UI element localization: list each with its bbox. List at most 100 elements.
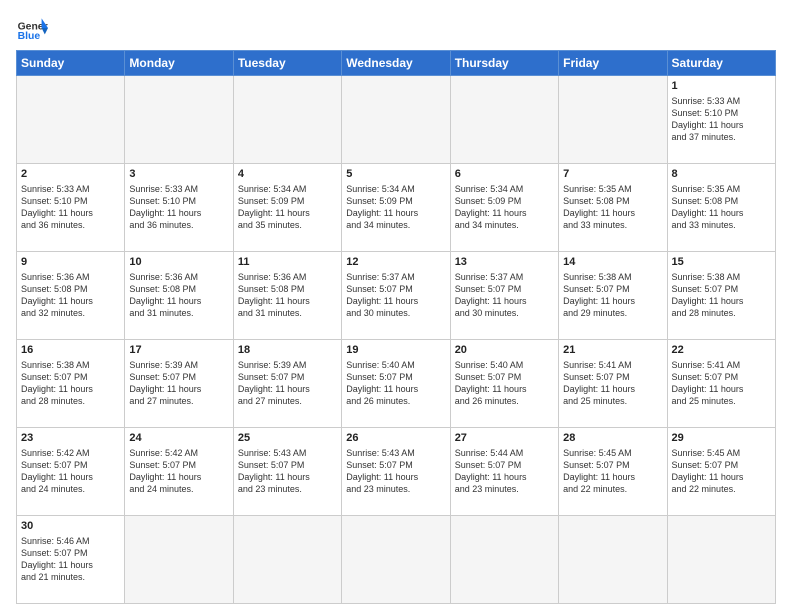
cell-text: Sunrise: 5:38 AM Sunset: 5:07 PM Dayligh… — [672, 271, 771, 320]
calendar-cell: 29Sunrise: 5:45 AM Sunset: 5:07 PM Dayli… — [667, 428, 775, 516]
cell-text: Sunrise: 5:39 AM Sunset: 5:07 PM Dayligh… — [238, 359, 337, 408]
calendar-cell: 2Sunrise: 5:33 AM Sunset: 5:10 PM Daylig… — [17, 164, 125, 252]
day-number: 8 — [672, 167, 771, 182]
logo-icon: General Blue — [16, 12, 48, 44]
cell-text: Sunrise: 5:34 AM Sunset: 5:09 PM Dayligh… — [346, 183, 445, 232]
weekday-header-sunday: Sunday — [17, 51, 125, 76]
calendar-cell: 3Sunrise: 5:33 AM Sunset: 5:10 PM Daylig… — [125, 164, 233, 252]
calendar-cell: 19Sunrise: 5:40 AM Sunset: 5:07 PM Dayli… — [342, 340, 450, 428]
weekday-header-wednesday: Wednesday — [342, 51, 450, 76]
day-number: 5 — [346, 167, 445, 182]
cell-text: Sunrise: 5:35 AM Sunset: 5:08 PM Dayligh… — [672, 183, 771, 232]
svg-text:Blue: Blue — [18, 31, 41, 42]
cell-text: Sunrise: 5:42 AM Sunset: 5:07 PM Dayligh… — [21, 447, 120, 496]
weekday-header-tuesday: Tuesday — [233, 51, 341, 76]
cell-text: Sunrise: 5:40 AM Sunset: 5:07 PM Dayligh… — [455, 359, 554, 408]
day-number: 15 — [672, 255, 771, 270]
calendar-week-1: 1Sunrise: 5:33 AM Sunset: 5:10 PM Daylig… — [17, 76, 776, 164]
cell-text: Sunrise: 5:38 AM Sunset: 5:07 PM Dayligh… — [21, 359, 120, 408]
cell-text: Sunrise: 5:41 AM Sunset: 5:07 PM Dayligh… — [563, 359, 662, 408]
calendar-cell — [559, 516, 667, 604]
calendar-week-5: 23Sunrise: 5:42 AM Sunset: 5:07 PM Dayli… — [17, 428, 776, 516]
calendar-cell: 1Sunrise: 5:33 AM Sunset: 5:10 PM Daylig… — [667, 76, 775, 164]
cell-text: Sunrise: 5:43 AM Sunset: 5:07 PM Dayligh… — [346, 447, 445, 496]
day-number: 27 — [455, 431, 554, 446]
calendar-cell: 16Sunrise: 5:38 AM Sunset: 5:07 PM Dayli… — [17, 340, 125, 428]
cell-text: Sunrise: 5:33 AM Sunset: 5:10 PM Dayligh… — [672, 95, 771, 144]
day-number: 12 — [346, 255, 445, 270]
calendar-body: 1Sunrise: 5:33 AM Sunset: 5:10 PM Daylig… — [17, 76, 776, 604]
day-number: 23 — [21, 431, 120, 446]
calendar-cell: 11Sunrise: 5:36 AM Sunset: 5:08 PM Dayli… — [233, 252, 341, 340]
weekday-header-thursday: Thursday — [450, 51, 558, 76]
day-number: 25 — [238, 431, 337, 446]
calendar-cell — [342, 76, 450, 164]
day-number: 19 — [346, 343, 445, 358]
calendar-cell — [450, 76, 558, 164]
day-number: 4 — [238, 167, 337, 182]
cell-text: Sunrise: 5:36 AM Sunset: 5:08 PM Dayligh… — [21, 271, 120, 320]
calendar-cell: 23Sunrise: 5:42 AM Sunset: 5:07 PM Dayli… — [17, 428, 125, 516]
cell-text: Sunrise: 5:45 AM Sunset: 5:07 PM Dayligh… — [563, 447, 662, 496]
cell-text: Sunrise: 5:39 AM Sunset: 5:07 PM Dayligh… — [129, 359, 228, 408]
calendar-cell: 28Sunrise: 5:45 AM Sunset: 5:07 PM Dayli… — [559, 428, 667, 516]
cell-text: Sunrise: 5:40 AM Sunset: 5:07 PM Dayligh… — [346, 359, 445, 408]
weekday-header-saturday: Saturday — [667, 51, 775, 76]
day-number: 28 — [563, 431, 662, 446]
cell-text: Sunrise: 5:36 AM Sunset: 5:08 PM Dayligh… — [238, 271, 337, 320]
logo: General Blue — [16, 12, 48, 44]
day-number: 10 — [129, 255, 228, 270]
calendar-cell: 20Sunrise: 5:40 AM Sunset: 5:07 PM Dayli… — [450, 340, 558, 428]
day-number: 7 — [563, 167, 662, 182]
cell-text: Sunrise: 5:35 AM Sunset: 5:08 PM Dayligh… — [563, 183, 662, 232]
day-number: 14 — [563, 255, 662, 270]
calendar-cell: 26Sunrise: 5:43 AM Sunset: 5:07 PM Dayli… — [342, 428, 450, 516]
calendar-cell — [667, 516, 775, 604]
page: General Blue SundayMondayTuesdayWednesda… — [0, 0, 792, 612]
calendar-cell: 14Sunrise: 5:38 AM Sunset: 5:07 PM Dayli… — [559, 252, 667, 340]
cell-text: Sunrise: 5:43 AM Sunset: 5:07 PM Dayligh… — [238, 447, 337, 496]
calendar-cell: 15Sunrise: 5:38 AM Sunset: 5:07 PM Dayli… — [667, 252, 775, 340]
calendar-cell — [233, 516, 341, 604]
cell-text: Sunrise: 5:38 AM Sunset: 5:07 PM Dayligh… — [563, 271, 662, 320]
cell-text: Sunrise: 5:34 AM Sunset: 5:09 PM Dayligh… — [455, 183, 554, 232]
calendar-cell: 10Sunrise: 5:36 AM Sunset: 5:08 PM Dayli… — [125, 252, 233, 340]
cell-text: Sunrise: 5:42 AM Sunset: 5:07 PM Dayligh… — [129, 447, 228, 496]
day-number: 1 — [672, 79, 771, 94]
calendar-cell — [342, 516, 450, 604]
calendar-cell: 5Sunrise: 5:34 AM Sunset: 5:09 PM Daylig… — [342, 164, 450, 252]
calendar-cell — [233, 76, 341, 164]
calendar-cell: 30Sunrise: 5:46 AM Sunset: 5:07 PM Dayli… — [17, 516, 125, 604]
calendar-week-2: 2Sunrise: 5:33 AM Sunset: 5:10 PM Daylig… — [17, 164, 776, 252]
calendar-cell — [450, 516, 558, 604]
calendar-cell: 18Sunrise: 5:39 AM Sunset: 5:07 PM Dayli… — [233, 340, 341, 428]
cell-text: Sunrise: 5:36 AM Sunset: 5:08 PM Dayligh… — [129, 271, 228, 320]
calendar-cell: 9Sunrise: 5:36 AM Sunset: 5:08 PM Daylig… — [17, 252, 125, 340]
calendar-week-6: 30Sunrise: 5:46 AM Sunset: 5:07 PM Dayli… — [17, 516, 776, 604]
cell-text: Sunrise: 5:37 AM Sunset: 5:07 PM Dayligh… — [455, 271, 554, 320]
calendar-cell: 22Sunrise: 5:41 AM Sunset: 5:07 PM Dayli… — [667, 340, 775, 428]
calendar-cell: 24Sunrise: 5:42 AM Sunset: 5:07 PM Dayli… — [125, 428, 233, 516]
cell-text: Sunrise: 5:33 AM Sunset: 5:10 PM Dayligh… — [129, 183, 228, 232]
calendar-cell — [559, 76, 667, 164]
day-number: 9 — [21, 255, 120, 270]
day-number: 13 — [455, 255, 554, 270]
day-number: 30 — [21, 519, 120, 534]
cell-text: Sunrise: 5:41 AM Sunset: 5:07 PM Dayligh… — [672, 359, 771, 408]
calendar-cell: 12Sunrise: 5:37 AM Sunset: 5:07 PM Dayli… — [342, 252, 450, 340]
header: General Blue — [16, 12, 776, 44]
calendar-cell: 8Sunrise: 5:35 AM Sunset: 5:08 PM Daylig… — [667, 164, 775, 252]
calendar-week-4: 16Sunrise: 5:38 AM Sunset: 5:07 PM Dayli… — [17, 340, 776, 428]
weekday-header-friday: Friday — [559, 51, 667, 76]
cell-text: Sunrise: 5:33 AM Sunset: 5:10 PM Dayligh… — [21, 183, 120, 232]
day-number: 24 — [129, 431, 228, 446]
cell-text: Sunrise: 5:37 AM Sunset: 5:07 PM Dayligh… — [346, 271, 445, 320]
day-number: 6 — [455, 167, 554, 182]
calendar-cell: 7Sunrise: 5:35 AM Sunset: 5:08 PM Daylig… — [559, 164, 667, 252]
day-number: 16 — [21, 343, 120, 358]
day-number: 11 — [238, 255, 337, 270]
calendar-week-3: 9Sunrise: 5:36 AM Sunset: 5:08 PM Daylig… — [17, 252, 776, 340]
cell-text: Sunrise: 5:45 AM Sunset: 5:07 PM Dayligh… — [672, 447, 771, 496]
day-number: 20 — [455, 343, 554, 358]
day-number: 2 — [21, 167, 120, 182]
